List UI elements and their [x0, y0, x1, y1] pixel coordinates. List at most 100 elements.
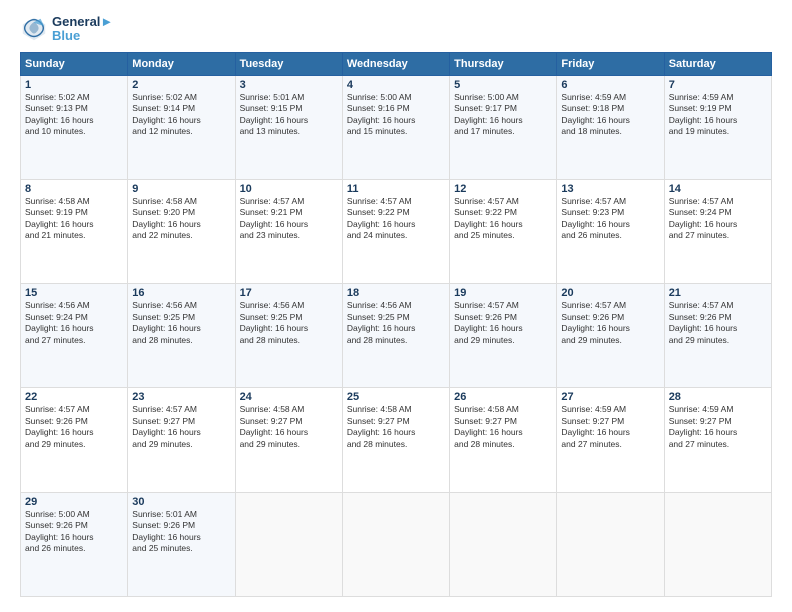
day-info: Sunrise: 4:57 AM Sunset: 9:26 PM Dayligh…	[25, 404, 123, 450]
day-info: Sunrise: 4:56 AM Sunset: 9:25 PM Dayligh…	[347, 300, 445, 346]
day-number: 14	[669, 183, 767, 195]
calendar-cell: 23Sunrise: 4:57 AM Sunset: 9:27 PM Dayli…	[128, 388, 235, 492]
weekday-header: Sunday	[21, 52, 128, 75]
day-info: Sunrise: 4:56 AM Sunset: 9:24 PM Dayligh…	[25, 300, 123, 346]
day-number: 2	[132, 79, 230, 91]
day-number: 1	[25, 79, 123, 91]
calendar-cell: 26Sunrise: 4:58 AM Sunset: 9:27 PM Dayli…	[450, 388, 557, 492]
calendar-cell: 22Sunrise: 4:57 AM Sunset: 9:26 PM Dayli…	[21, 388, 128, 492]
day-number: 8	[25, 183, 123, 195]
day-info: Sunrise: 4:58 AM Sunset: 9:20 PM Dayligh…	[132, 196, 230, 242]
calendar-cell: 21Sunrise: 4:57 AM Sunset: 9:26 PM Dayli…	[664, 284, 771, 388]
weekday-header: Thursday	[450, 52, 557, 75]
day-number: 10	[240, 183, 338, 195]
calendar-cell: 11Sunrise: 4:57 AM Sunset: 9:22 PM Dayli…	[342, 179, 449, 283]
calendar-cell	[557, 492, 664, 596]
day-number: 11	[347, 183, 445, 195]
day-number: 29	[25, 496, 123, 508]
calendar-cell	[450, 492, 557, 596]
calendar-cell: 27Sunrise: 4:59 AM Sunset: 9:27 PM Dayli…	[557, 388, 664, 492]
day-number: 26	[454, 391, 552, 403]
calendar-cell: 3Sunrise: 5:01 AM Sunset: 9:15 PM Daylig…	[235, 75, 342, 179]
day-info: Sunrise: 4:57 AM Sunset: 9:23 PM Dayligh…	[561, 196, 659, 242]
day-number: 28	[669, 391, 767, 403]
calendar-cell: 19Sunrise: 4:57 AM Sunset: 9:26 PM Dayli…	[450, 284, 557, 388]
calendar-cell: 25Sunrise: 4:58 AM Sunset: 9:27 PM Dayli…	[342, 388, 449, 492]
day-number: 16	[132, 287, 230, 299]
weekday-header: Tuesday	[235, 52, 342, 75]
day-info: Sunrise: 4:56 AM Sunset: 9:25 PM Dayligh…	[132, 300, 230, 346]
calendar-cell: 28Sunrise: 4:59 AM Sunset: 9:27 PM Dayli…	[664, 388, 771, 492]
calendar-cell: 10Sunrise: 4:57 AM Sunset: 9:21 PM Dayli…	[235, 179, 342, 283]
calendar-cell: 17Sunrise: 4:56 AM Sunset: 9:25 PM Dayli…	[235, 284, 342, 388]
logo-text: General► Blue	[52, 15, 113, 44]
calendar-cell: 1Sunrise: 5:02 AM Sunset: 9:13 PM Daylig…	[21, 75, 128, 179]
calendar-cell: 14Sunrise: 4:57 AM Sunset: 9:24 PM Dayli…	[664, 179, 771, 283]
calendar-table: SundayMondayTuesdayWednesdayThursdayFrid…	[20, 52, 772, 597]
day-info: Sunrise: 4:58 AM Sunset: 9:19 PM Dayligh…	[25, 196, 123, 242]
calendar-cell: 7Sunrise: 4:59 AM Sunset: 9:19 PM Daylig…	[664, 75, 771, 179]
day-info: Sunrise: 5:02 AM Sunset: 9:13 PM Dayligh…	[25, 92, 123, 138]
day-number: 18	[347, 287, 445, 299]
day-number: 15	[25, 287, 123, 299]
day-info: Sunrise: 4:57 AM Sunset: 9:27 PM Dayligh…	[132, 404, 230, 450]
day-number: 20	[561, 287, 659, 299]
calendar-cell: 29Sunrise: 5:00 AM Sunset: 9:26 PM Dayli…	[21, 492, 128, 596]
day-info: Sunrise: 5:01 AM Sunset: 9:15 PM Dayligh…	[240, 92, 338, 138]
day-number: 27	[561, 391, 659, 403]
day-info: Sunrise: 4:58 AM Sunset: 9:27 PM Dayligh…	[454, 404, 552, 450]
day-info: Sunrise: 5:01 AM Sunset: 9:26 PM Dayligh…	[132, 509, 230, 555]
calendar-cell	[342, 492, 449, 596]
day-info: Sunrise: 5:00 AM Sunset: 9:26 PM Dayligh…	[25, 509, 123, 555]
header: General► Blue	[20, 15, 772, 44]
weekday-header: Wednesday	[342, 52, 449, 75]
day-info: Sunrise: 4:57 AM Sunset: 9:21 PM Dayligh…	[240, 196, 338, 242]
day-info: Sunrise: 4:58 AM Sunset: 9:27 PM Dayligh…	[240, 404, 338, 450]
day-info: Sunrise: 4:59 AM Sunset: 9:18 PM Dayligh…	[561, 92, 659, 138]
day-info: Sunrise: 5:02 AM Sunset: 9:14 PM Dayligh…	[132, 92, 230, 138]
day-number: 23	[132, 391, 230, 403]
day-info: Sunrise: 4:57 AM Sunset: 9:22 PM Dayligh…	[454, 196, 552, 242]
calendar-cell	[235, 492, 342, 596]
day-info: Sunrise: 5:00 AM Sunset: 9:16 PM Dayligh…	[347, 92, 445, 138]
day-info: Sunrise: 4:57 AM Sunset: 9:26 PM Dayligh…	[454, 300, 552, 346]
calendar-cell: 6Sunrise: 4:59 AM Sunset: 9:18 PM Daylig…	[557, 75, 664, 179]
day-number: 9	[132, 183, 230, 195]
day-info: Sunrise: 4:59 AM Sunset: 9:19 PM Dayligh…	[669, 92, 767, 138]
calendar-cell: 8Sunrise: 4:58 AM Sunset: 9:19 PM Daylig…	[21, 179, 128, 283]
day-number: 22	[25, 391, 123, 403]
calendar-cell: 12Sunrise: 4:57 AM Sunset: 9:22 PM Dayli…	[450, 179, 557, 283]
calendar-cell: 24Sunrise: 4:58 AM Sunset: 9:27 PM Dayli…	[235, 388, 342, 492]
day-info: Sunrise: 5:00 AM Sunset: 9:17 PM Dayligh…	[454, 92, 552, 138]
calendar-cell: 20Sunrise: 4:57 AM Sunset: 9:26 PM Dayli…	[557, 284, 664, 388]
day-number: 30	[132, 496, 230, 508]
day-info: Sunrise: 4:57 AM Sunset: 9:26 PM Dayligh…	[669, 300, 767, 346]
weekday-header: Friday	[557, 52, 664, 75]
day-number: 17	[240, 287, 338, 299]
day-info: Sunrise: 4:58 AM Sunset: 9:27 PM Dayligh…	[347, 404, 445, 450]
calendar-cell: 16Sunrise: 4:56 AM Sunset: 9:25 PM Dayli…	[128, 284, 235, 388]
calendar-cell: 15Sunrise: 4:56 AM Sunset: 9:24 PM Dayli…	[21, 284, 128, 388]
weekday-header: Monday	[128, 52, 235, 75]
logo: General► Blue	[20, 15, 113, 44]
day-info: Sunrise: 4:56 AM Sunset: 9:25 PM Dayligh…	[240, 300, 338, 346]
day-number: 3	[240, 79, 338, 91]
weekday-header: Saturday	[664, 52, 771, 75]
calendar-cell: 9Sunrise: 4:58 AM Sunset: 9:20 PM Daylig…	[128, 179, 235, 283]
calendar-cell: 2Sunrise: 5:02 AM Sunset: 9:14 PM Daylig…	[128, 75, 235, 179]
calendar-cell: 5Sunrise: 5:00 AM Sunset: 9:17 PM Daylig…	[450, 75, 557, 179]
day-number: 25	[347, 391, 445, 403]
day-number: 13	[561, 183, 659, 195]
calendar-cell: 30Sunrise: 5:01 AM Sunset: 9:26 PM Dayli…	[128, 492, 235, 596]
calendar-cell: 13Sunrise: 4:57 AM Sunset: 9:23 PM Dayli…	[557, 179, 664, 283]
day-number: 12	[454, 183, 552, 195]
calendar-cell: 18Sunrise: 4:56 AM Sunset: 9:25 PM Dayli…	[342, 284, 449, 388]
day-info: Sunrise: 4:57 AM Sunset: 9:22 PM Dayligh…	[347, 196, 445, 242]
day-number: 19	[454, 287, 552, 299]
calendar-cell: 4Sunrise: 5:00 AM Sunset: 9:16 PM Daylig…	[342, 75, 449, 179]
day-info: Sunrise: 4:59 AM Sunset: 9:27 PM Dayligh…	[561, 404, 659, 450]
day-number: 4	[347, 79, 445, 91]
day-info: Sunrise: 4:57 AM Sunset: 9:24 PM Dayligh…	[669, 196, 767, 242]
calendar-cell	[664, 492, 771, 596]
day-number: 24	[240, 391, 338, 403]
